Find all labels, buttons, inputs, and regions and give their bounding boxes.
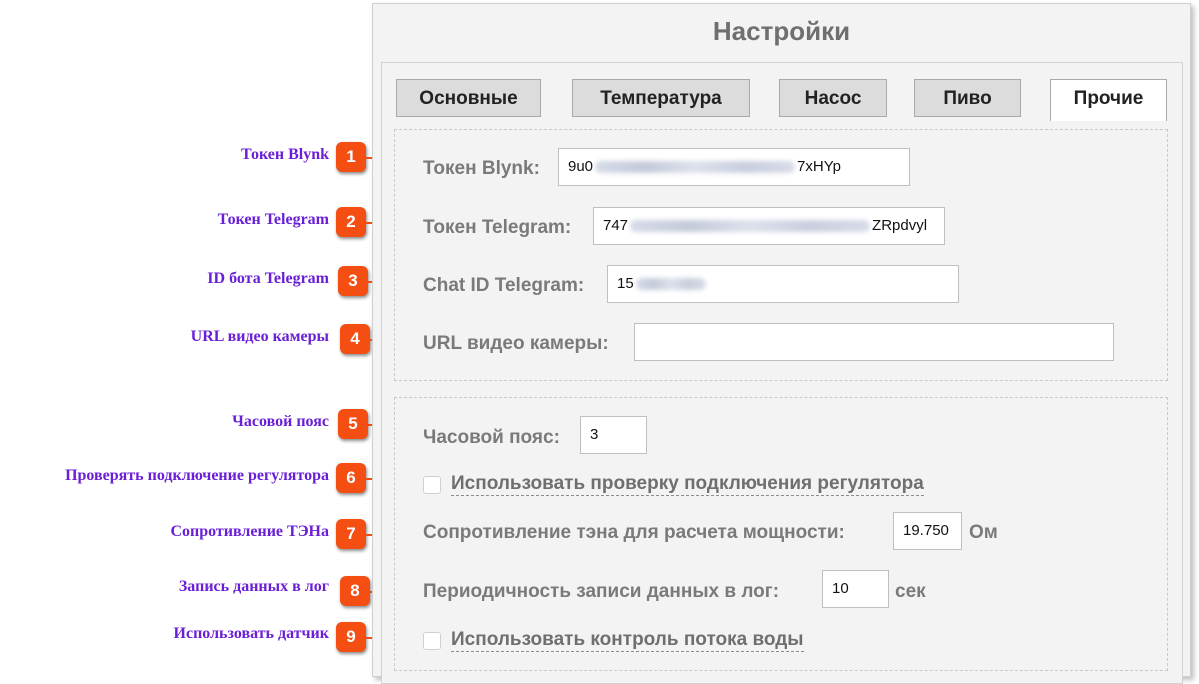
annotation-badge: 4 [340, 324, 370, 354]
telegram-token-label: Токен Telegram: [423, 217, 572, 238]
system-fieldset: Часовой пояс: 3 Использовать проверку по… [394, 397, 1168, 671]
flow-control-checkbox[interactable] [423, 632, 441, 650]
tabs-container: Основные Температура Насос Пиво Прочие Т… [381, 62, 1183, 684]
check-regulator-checkbox[interactable] [423, 476, 441, 494]
blynk-token-label: Токен Blynk: [423, 158, 540, 179]
resistance-label: Сопротивление тэна для расчета мощности: [423, 522, 845, 543]
blynk-token-input[interactable]: 9u0 7xHYp [558, 148, 910, 186]
annotation-badge: 5 [338, 409, 368, 439]
tab-main[interactable]: Основные [396, 79, 541, 117]
annotation-label: Запись данных в лог [178, 578, 329, 595]
annotation-label: Токен Blynk [240, 146, 329, 163]
annotation-label: Использовать датчик [173, 625, 329, 642]
blynk-token-end: 7xHYp [797, 158, 841, 175]
telegram-token-end: ZRpdvyl [872, 217, 928, 234]
log-period-input[interactable]: 10 [822, 570, 889, 608]
annotation-label: ID бота Telegram [207, 270, 329, 287]
page-title: Настройки [712, 16, 851, 46]
log-period-label: Периодичность записи данных в лог: [423, 581, 780, 602]
annotation-label: Проверять подключение регулятора [65, 467, 329, 484]
log-period-unit: сек [895, 581, 926, 602]
annotation-badge: 3 [338, 266, 368, 296]
camera-url-label: URL видео камеры: [423, 333, 609, 354]
chat-id-label: Chat ID Telegram: [423, 275, 585, 296]
annotation-badge: 8 [340, 576, 370, 606]
tab-pump[interactable]: Насос [779, 79, 887, 117]
tab-temperature[interactable]: Температура [572, 79, 750, 117]
annotation-badge: 7 [336, 519, 366, 549]
annotation-label: URL видео камеры [190, 328, 329, 345]
redacted-blur [635, 278, 706, 291]
flow-control-label[interactable]: Использовать контроль потока воды [451, 629, 804, 652]
timezone-input[interactable]: 3 [580, 416, 647, 454]
check-regulator-label[interactable]: Использовать проверку подключения регуля… [451, 473, 924, 496]
settings-panel: Настройки Основные Температура Насос Пив… [372, 3, 1191, 684]
chat-id-input[interactable]: 15 [607, 265, 959, 303]
tab-beer[interactable]: Пиво [914, 79, 1021, 117]
annotation-label: Токен Telegram [217, 211, 329, 228]
telegram-token-input[interactable]: 747 ZRpdvyl [593, 207, 945, 245]
annotation-badge: 2 [336, 207, 366, 237]
annotation-badge: 9 [336, 622, 366, 652]
redacted-blur [630, 220, 871, 233]
chat-id-start: 15 [617, 275, 634, 292]
resistance-unit: Ом [969, 522, 998, 543]
annotation-badge: 1 [336, 142, 366, 172]
blynk-token-start: 9u0 [568, 158, 594, 175]
annotation-badge: 6 [336, 463, 366, 493]
integrations-fieldset: Токен Blynk: 9u0 7xHYp Токен Telegram: 74… [394, 129, 1168, 381]
resistance-input[interactable]: 19.750 [893, 512, 962, 550]
camera-url-input[interactable] [634, 323, 1114, 361]
timezone-label: Часовой пояс: [423, 427, 560, 448]
redacted-blur [595, 161, 796, 174]
tab-other[interactable]: Прочие [1050, 79, 1167, 121]
annotation-label: Часовой пояс [232, 413, 329, 430]
telegram-token-start: 747 [603, 217, 629, 234]
annotation-label: Сопротивление ТЭНа [170, 523, 329, 540]
